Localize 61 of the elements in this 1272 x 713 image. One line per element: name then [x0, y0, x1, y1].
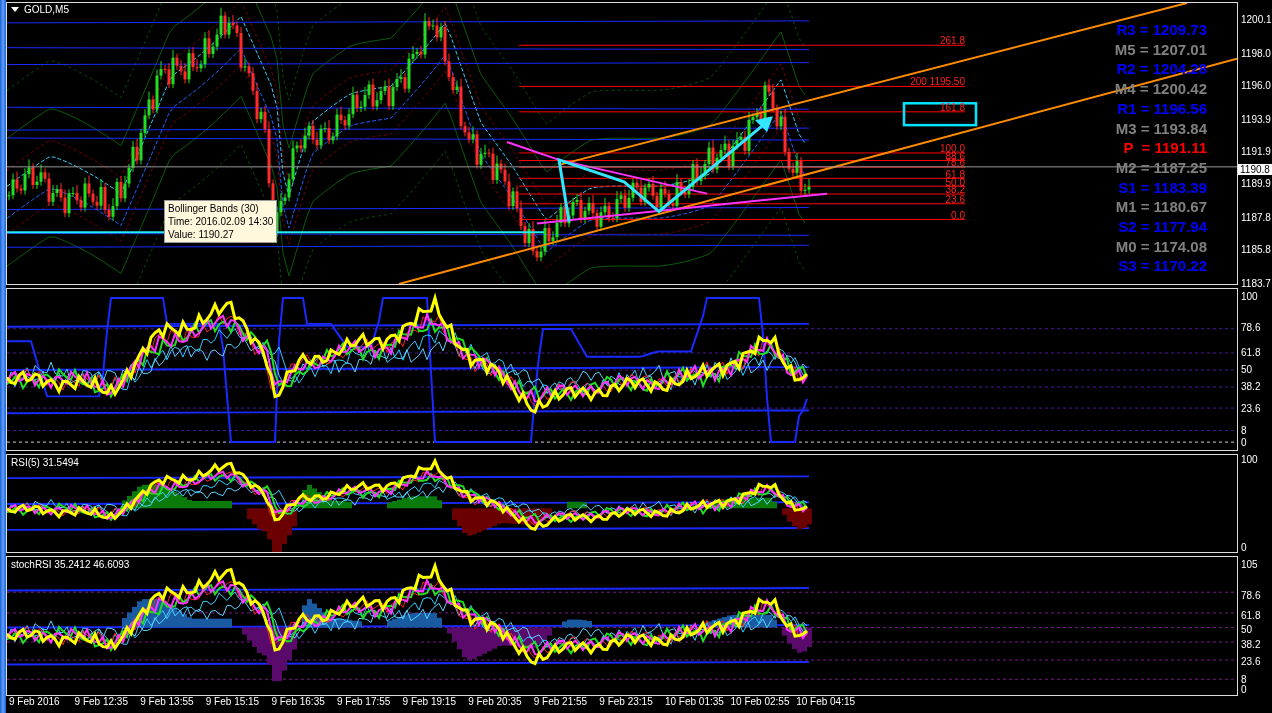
- axis-label: 8: [1241, 425, 1247, 437]
- time-axis-label: 10 Feb 02:55: [730, 696, 791, 709]
- pivot-label: S3 = 1170.22: [1118, 256, 1207, 277]
- pivot-label: R3 = 1209.73: [1116, 20, 1207, 40]
- axis-label: 1198.0: [1241, 47, 1271, 59]
- time-axis-label: 9 Feb 21:55: [533, 696, 589, 709]
- axis-label: 1193.9: [1241, 113, 1271, 125]
- indicator-title: stochRSI 35.2412 46.6093: [11, 559, 130, 570]
- time-axis-label: 9 Feb 15:15: [205, 696, 261, 709]
- pivot-label: R1 = 1196.56: [1117, 98, 1207, 119]
- time-axis-label: 9 Feb 23:15: [599, 696, 654, 709]
- axis-label: 1187.8: [1241, 212, 1271, 223]
- fib-level-label: 261.8: [939, 34, 965, 46]
- axis-label: 50: [1241, 624, 1253, 636]
- axis-label: 61.8: [1241, 346, 1261, 358]
- axis-label: 100: [1241, 454, 1258, 465]
- axis-label: 38.2: [1241, 381, 1261, 393]
- pivot-label: M0 = 1174.08: [1115, 236, 1207, 257]
- axis-label: 78.6: [1241, 590, 1261, 602]
- fib-level-label: 200 1195.50: [910, 76, 965, 87]
- axis-label: 61.8: [1241, 610, 1261, 622]
- indicator-title: RSI(5) 31.5494: [11, 457, 79, 468]
- pivot-label: P = 1191.11: [1123, 138, 1207, 158]
- axis-label: 23.6: [1241, 402, 1261, 414]
- axis-label: 50: [1241, 364, 1253, 375]
- axis-label: 0: [1241, 684, 1247, 695]
- pivot-label: M5 = 1207.01: [1114, 39, 1207, 60]
- pivot-label: S2 = 1177.94: [1118, 217, 1207, 237]
- time-axis-label: 9 Feb 13:55: [140, 696, 195, 709]
- axis-label: 23.6: [1241, 655, 1261, 667]
- time-axis-label: 9 Feb 16:35: [271, 696, 326, 709]
- axis-label: 1189.9: [1241, 178, 1271, 190]
- time-axis-label: 9 Feb 2016: [9, 696, 61, 709]
- axis-label: 8: [1241, 674, 1247, 686]
- tooltip: Bollinger Bands (30) Time: 2016.02.09 14:30 Value: 1190.27: [164, 200, 278, 243]
- pivot-label: R2 = 1204.28: [1116, 59, 1207, 80]
- axis-label: 78.6: [1241, 322, 1261, 334]
- time-axis-label: 10 Feb 04:15: [796, 696, 857, 709]
- axis-label: 100: [1241, 291, 1258, 302]
- chart-title: GOLD,M5: [24, 4, 69, 15]
- axis-label: 1191.9: [1241, 146, 1271, 157]
- time-axis-label: 9 Feb 12:35: [74, 696, 129, 709]
- current-price-label: 1190.8: [1238, 163, 1272, 175]
- pivot-label: M1 = 1180.67: [1115, 197, 1207, 218]
- axis-label: 105: [1241, 559, 1258, 570]
- fib-level-label: 0.0: [951, 210, 965, 221]
- time-axis-label: 10 Feb 01:35: [664, 696, 725, 709]
- axis-label: 0: [1241, 437, 1247, 448]
- axis-label: 1185.8: [1241, 244, 1271, 256]
- time-axis-label: 9 Feb 17:55: [336, 696, 392, 709]
- fib-level-label: 23.6: [945, 194, 965, 206]
- fib-level-label: 161.8: [939, 101, 965, 113]
- axis-label: 1200.1: [1241, 14, 1272, 25]
- time-axis-label: 9 Feb 20:35: [468, 696, 523, 709]
- pivot-label: M3 = 1193.84: [1115, 118, 1207, 139]
- pivot-label: S1 = 1183.39: [1118, 177, 1207, 198]
- axis-label: 0: [1241, 542, 1247, 553]
- axis-label: 38.2: [1241, 638, 1261, 650]
- time-axis-label: 9 Feb 19:15: [402, 696, 457, 709]
- axis-label: 1183.7: [1241, 278, 1271, 289]
- axis-label: 1196.0: [1241, 80, 1271, 91]
